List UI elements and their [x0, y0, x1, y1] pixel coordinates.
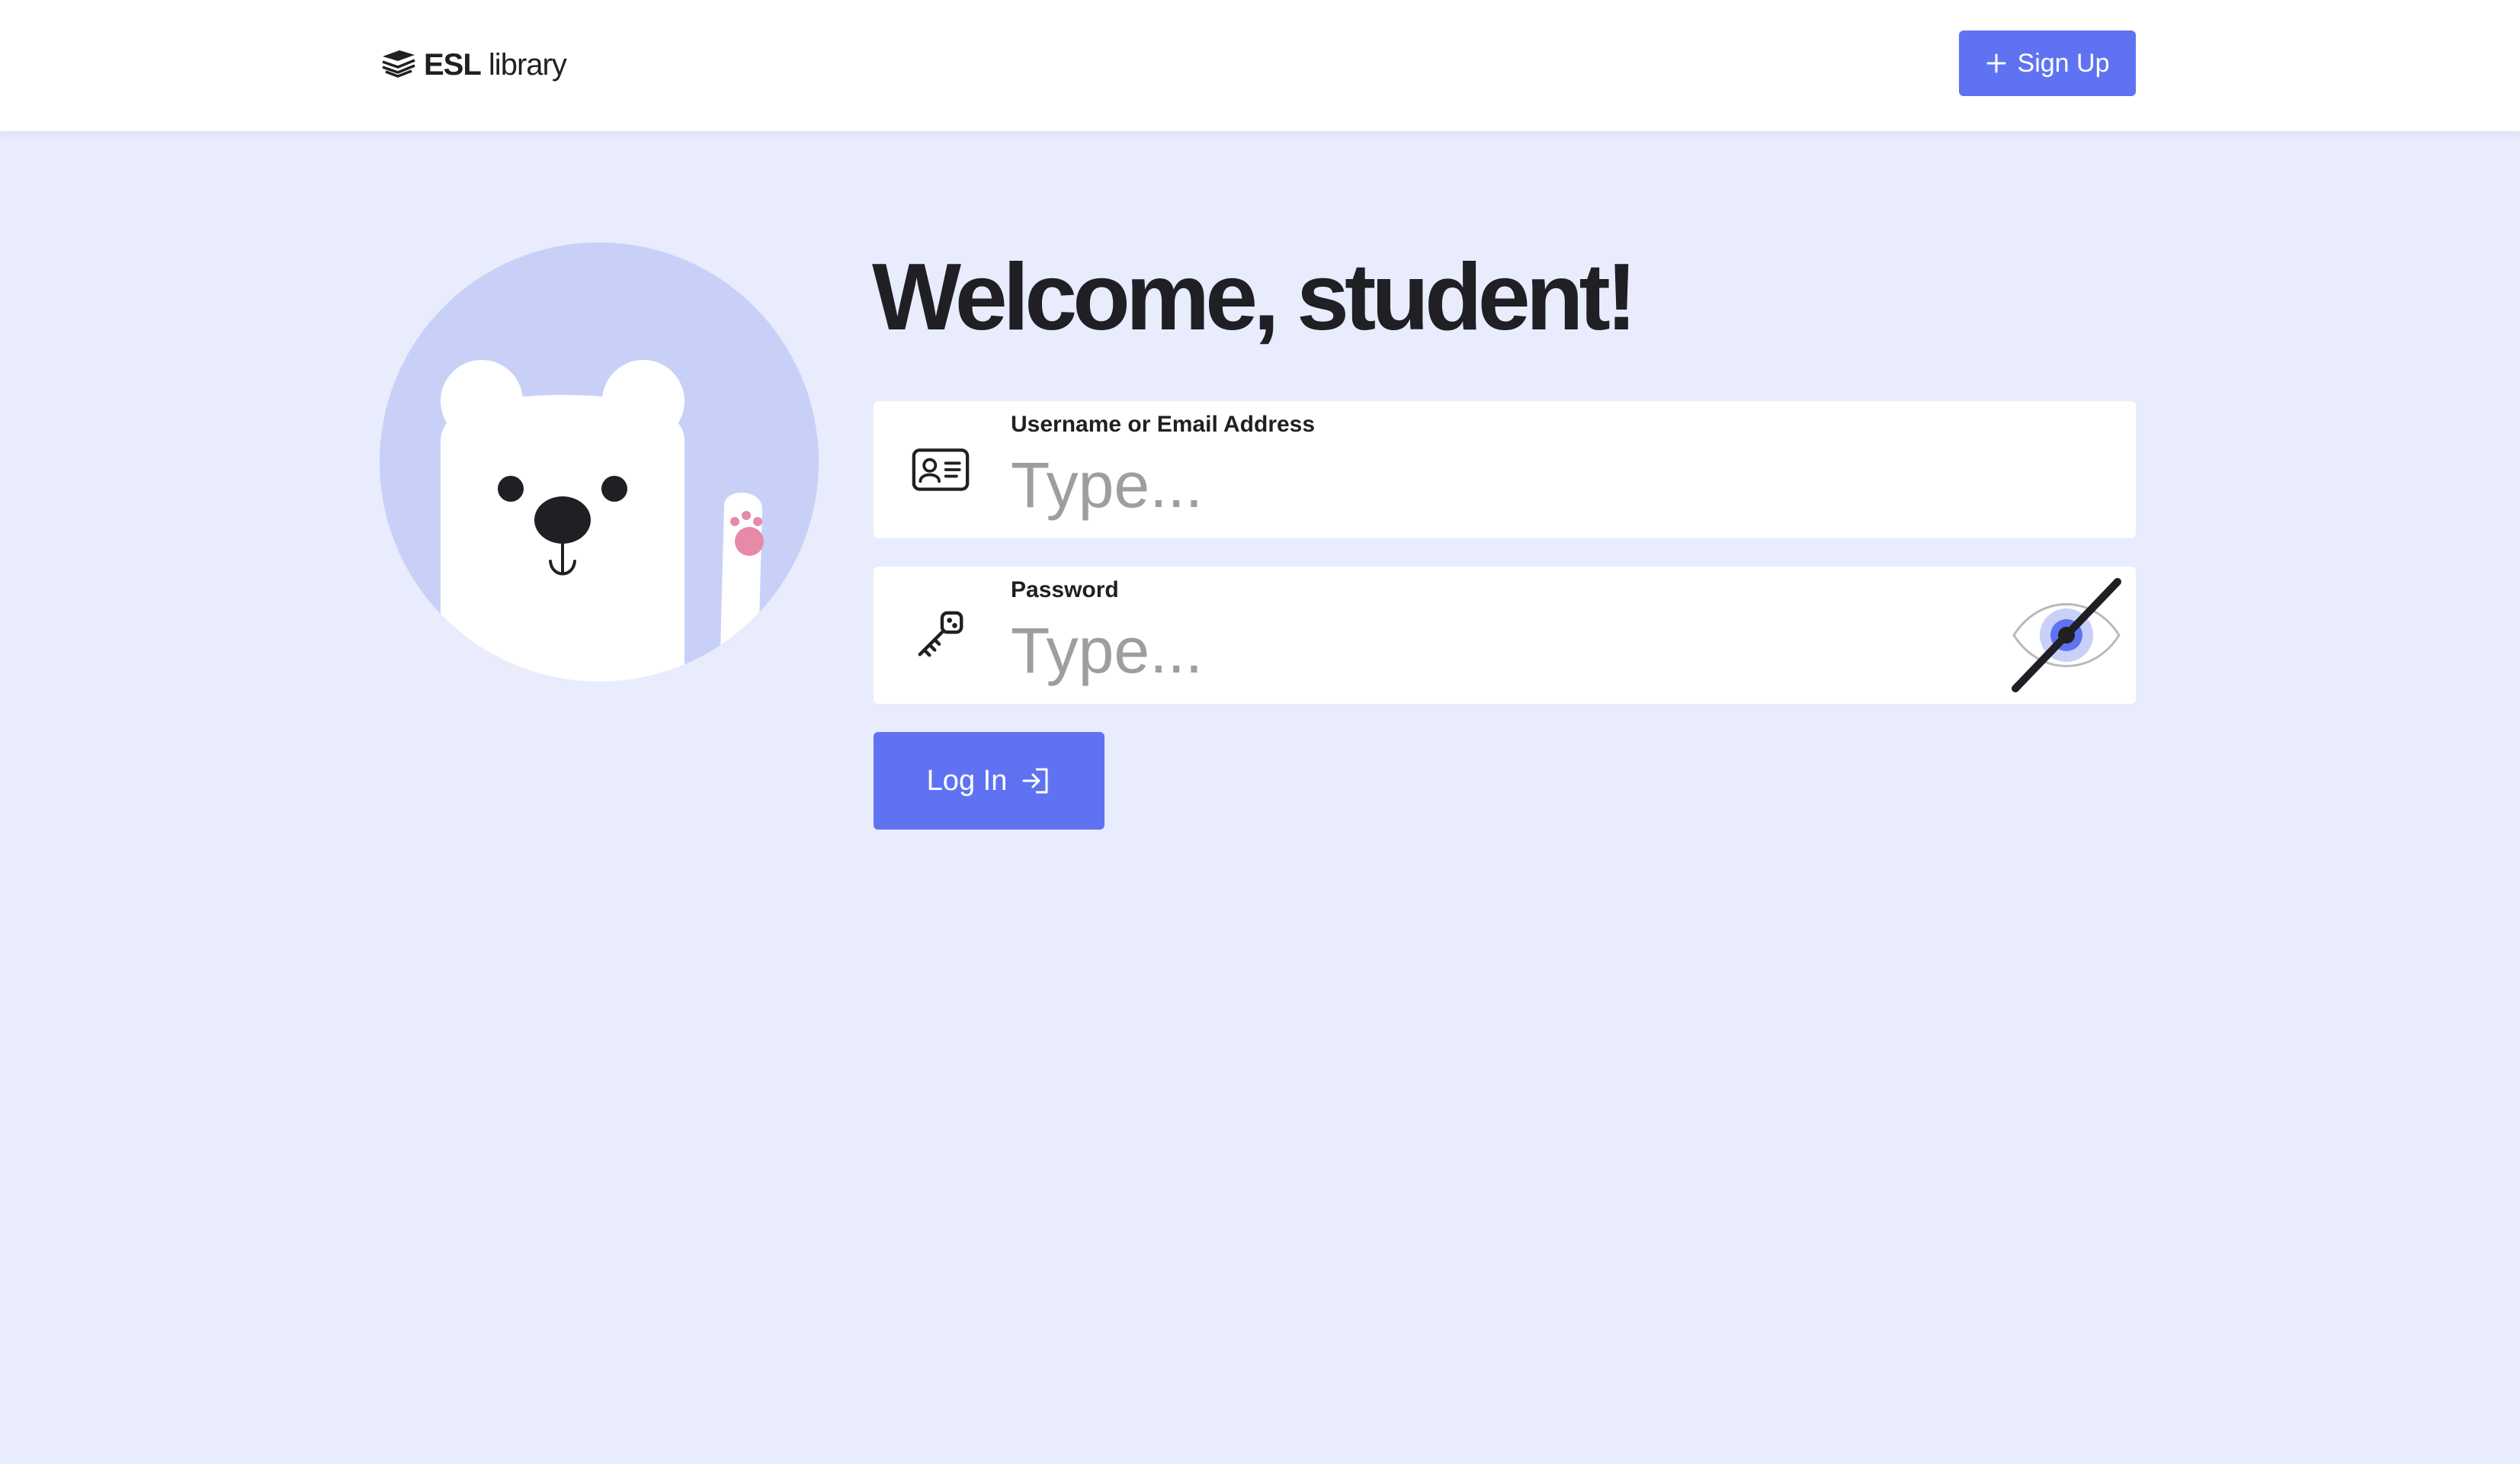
- password-field: Password: [874, 567, 2136, 704]
- page-title: Welcome, student!: [872, 245, 1637, 350]
- plus-icon: [1986, 53, 2006, 73]
- password-label: Password: [1011, 577, 1119, 602]
- sign-in-arrow-icon: [1022, 768, 1048, 794]
- top-navigation-bar: ESL library Sign Up: [0, 0, 2520, 131]
- id-card-icon: [910, 439, 971, 500]
- username-field: Username or Email Address: [874, 401, 2136, 538]
- stacked-books-icon: [382, 50, 415, 78]
- log-in-button[interactable]: Log In: [874, 732, 1105, 830]
- sign-up-label: Sign Up: [2017, 48, 2110, 78]
- username-input[interactable]: [1011, 445, 2002, 525]
- password-input[interactable]: [1011, 611, 2002, 690]
- eye-slash-icon: [2012, 578, 2121, 692]
- show-password-toggle[interactable]: [2009, 577, 2124, 693]
- log-in-label: Log In: [926, 764, 1008, 797]
- esl-library-logo[interactable]: ESL library: [380, 44, 567, 85]
- logo-text-bold: ESL: [424, 47, 482, 82]
- key-icon: [910, 605, 971, 666]
- sign-up-button[interactable]: Sign Up: [1959, 30, 2136, 96]
- polar-bear-illustration: [380, 242, 819, 682]
- username-label: Username or Email Address: [1011, 412, 1316, 437]
- logo-wordmark: ESL library: [424, 47, 567, 82]
- logo-text-regular: library: [488, 47, 567, 82]
